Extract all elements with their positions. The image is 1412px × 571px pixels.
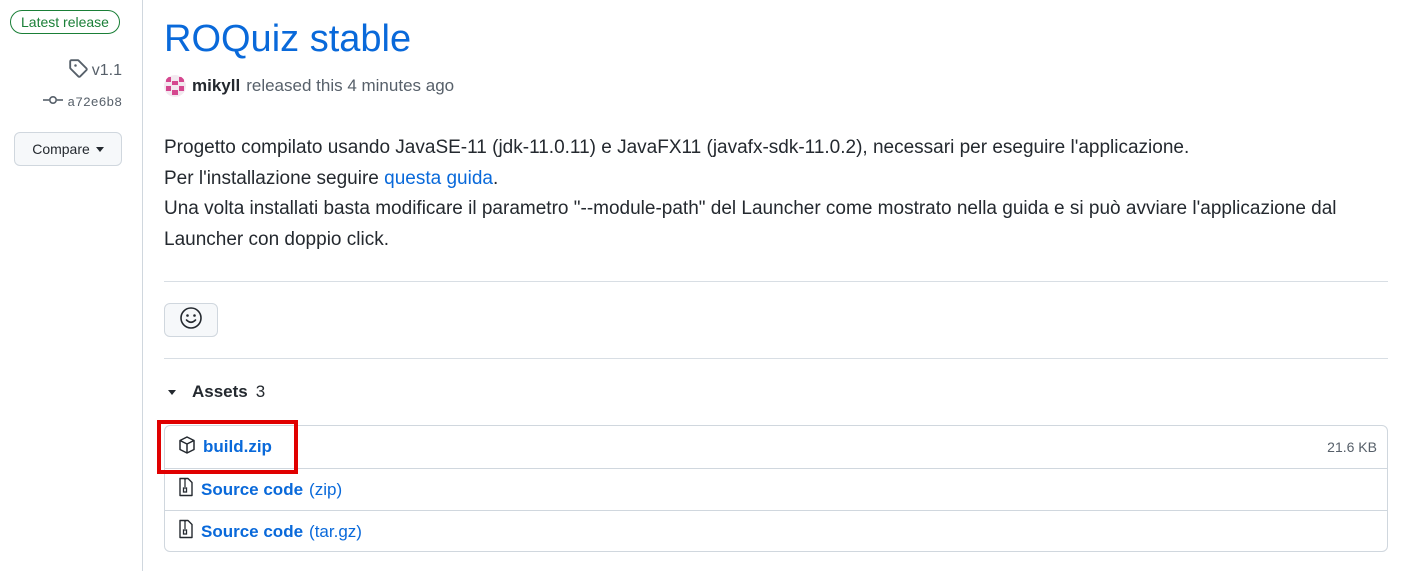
divider bbox=[164, 358, 1388, 359]
assets-label: Assets bbox=[192, 382, 248, 401]
assets-count: 3 bbox=[255, 382, 266, 401]
release-title[interactable]: ROQuiz stable bbox=[164, 18, 411, 61]
release-byline: mikyll released this 4 minutes ago bbox=[164, 75, 454, 97]
asset-link-source-targz[interactable]: Source code (tar.gz) bbox=[177, 519, 362, 544]
notes-line-3: Una volta installati basta modificare il… bbox=[164, 198, 1337, 250]
asset-name: Source code bbox=[201, 521, 304, 541]
asset-size: 21.6 KB bbox=[1327, 439, 1377, 455]
avatar[interactable] bbox=[164, 75, 186, 97]
asset-name: build.zip bbox=[203, 437, 272, 456]
asset-row-source-targz: Source code (tar.gz) bbox=[165, 510, 1387, 551]
notes-line-2-suffix: . bbox=[492, 167, 499, 189]
release-notes: Progetto compilato usando JavaSE-11 (jdk… bbox=[164, 133, 1388, 255]
assets-toggle[interactable]: Assets 3 bbox=[168, 382, 265, 402]
asset-row-source-zip: Source code (zip) bbox=[165, 468, 1387, 510]
notes-line-2: Per l'installazione seguire questa guida… bbox=[164, 164, 1388, 195]
notes-line-1: Progetto compilato usando JavaSE-11 (jdk… bbox=[164, 137, 1190, 158]
asset-name: Source code bbox=[201, 479, 304, 499]
asset-link-source-zip[interactable]: Source code (zip) bbox=[177, 477, 342, 502]
smiley-icon bbox=[179, 306, 203, 335]
asset-row-build-zip: build.zip 21.6 KB bbox=[165, 426, 1387, 468]
tag-label: v1.1 bbox=[91, 61, 122, 79]
git-commit-icon bbox=[43, 92, 64, 112]
release-tag[interactable]: v1.1 bbox=[68, 58, 122, 83]
latest-release-badge: Latest release bbox=[10, 10, 120, 34]
triangle-down-icon bbox=[168, 389, 176, 395]
commit-sha: a72e6b8 bbox=[67, 94, 122, 110]
release-time: released this 4 minutes ago bbox=[246, 76, 455, 95]
release-sidebar: Latest release v1.1 a72e6b8 Compare bbox=[0, 0, 143, 571]
caret-down-icon bbox=[95, 146, 104, 152]
asset-link-build-zip[interactable]: build.zip bbox=[177, 435, 278, 460]
tag-icon bbox=[68, 58, 88, 83]
asset-suffix: (zip) bbox=[309, 479, 343, 499]
package-icon bbox=[177, 435, 197, 460]
release-commit[interactable]: a72e6b8 bbox=[43, 92, 122, 112]
release-author[interactable]: mikyll bbox=[192, 76, 240, 96]
asset-suffix: (tar.gz) bbox=[309, 521, 362, 541]
compare-button[interactable]: Compare bbox=[14, 132, 122, 166]
divider bbox=[164, 281, 1388, 282]
guide-link[interactable]: questa guida bbox=[384, 168, 493, 189]
compare-label: Compare bbox=[32, 141, 90, 157]
add-reaction-button[interactable] bbox=[164, 303, 218, 337]
notes-line-2-prefix: Per l'installazione seguire bbox=[164, 167, 385, 189]
assets-list: build.zip 21.6 KB Source code (zip) Sour… bbox=[164, 425, 1388, 552]
file-zip-icon bbox=[177, 477, 195, 502]
file-zip-icon bbox=[177, 519, 195, 544]
